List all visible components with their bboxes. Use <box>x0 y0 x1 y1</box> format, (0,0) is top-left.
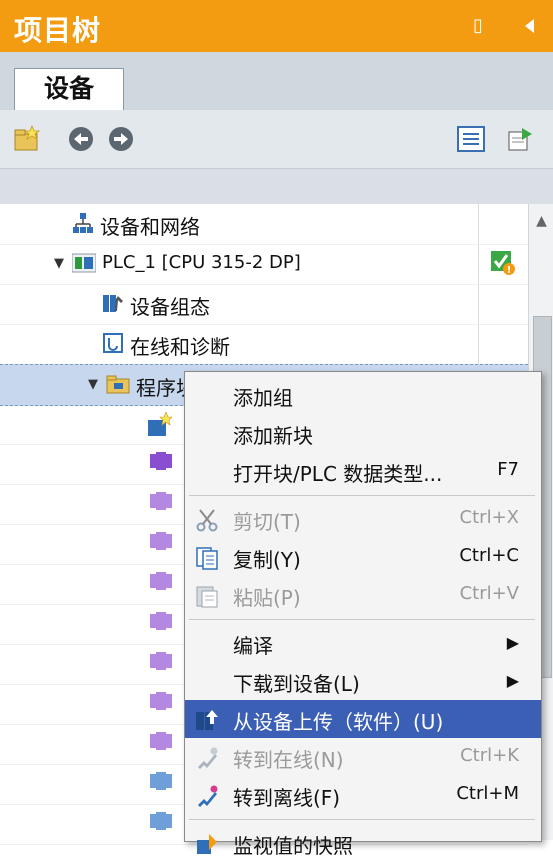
tree-item-plc[interactable]: ▼ PLC_1 [CPU 315-2 DP] ! <box>0 244 528 285</box>
folder-blocks-icon <box>106 373 130 395</box>
menu-item-label: 添加组 <box>233 386 293 410</box>
block-icon <box>150 732 172 754</box>
tree-item-label: PLC_1 [CPU 315-2 DP] <box>102 252 301 273</box>
menu-item-label: 复制(Y) <box>233 548 301 572</box>
menu-item-label: 编译 <box>233 634 273 658</box>
menu-item-shortcut: Ctrl+V <box>459 583 519 604</box>
tree-item-device-config[interactable]: 设备组态 <box>0 284 528 325</box>
tree-item-devices-networks[interactable]: 设备和网络 <box>0 204 528 245</box>
upload-icon <box>195 708 219 732</box>
expand-arrow-icon[interactable]: ▼ <box>54 256 64 271</box>
menu-separator <box>189 495 535 496</box>
block-icon <box>150 532 172 554</box>
device-config-icon <box>102 292 124 314</box>
add-new-block-icon <box>146 411 173 436</box>
panel-title: 项目树 <box>14 14 102 47</box>
tab-strip: 设备 <box>0 52 553 112</box>
export-icon[interactable] <box>506 124 536 154</box>
tree-toolbar <box>0 110 553 168</box>
menu-item-copy[interactable]: 复制(Y) Ctrl+C <box>185 538 541 576</box>
new-folder-icon[interactable] <box>12 124 42 154</box>
go-online-icon <box>195 746 219 770</box>
scissors-icon <box>195 508 219 532</box>
menu-separator <box>189 819 535 820</box>
menu-item-go-online[interactable]: 转到在线(N) Ctrl+K <box>185 738 541 776</box>
menu-item-label: 打开块/PLC 数据类型... <box>233 462 443 486</box>
menu-item-snapshot[interactable]: 监视值的快照 <box>185 824 541 862</box>
paste-icon <box>195 584 219 608</box>
tree-item-online-diagnostics[interactable]: 在线和诊断 <box>0 324 528 365</box>
block-icon <box>150 692 172 714</box>
diagnostics-icon <box>102 332 124 354</box>
svg-text:!: ! <box>507 265 512 276</box>
menu-item-label: 监视值的快照 <box>233 834 353 858</box>
menu-item-label: 转到离线(F) <box>233 786 341 810</box>
menu-item-compile[interactable]: 编译 ▶ <box>185 624 541 662</box>
scroll-up-icon[interactable]: ▲ <box>529 204 553 238</box>
block-icon <box>150 612 172 634</box>
menu-item-add-group[interactable]: 添加组 <box>185 376 541 414</box>
menu-item-label: 添加新块 <box>233 424 313 448</box>
menu-item-download-to-device[interactable]: 下载到设备(L) ▶ <box>185 662 541 700</box>
submenu-arrow-icon: ▶ <box>506 633 519 652</box>
context-menu: 添加组 添加新块 打开块/PLC 数据类型... F7 剪切(T) Ctrl+X <box>184 371 542 858</box>
tree-item-label: 设备组态 <box>130 295 210 319</box>
menu-item-paste[interactable]: 粘贴(P) Ctrl+V <box>185 576 541 614</box>
menu-separator <box>189 619 535 620</box>
block-icon <box>150 572 172 594</box>
menu-item-shortcut: F7 <box>497 459 519 480</box>
tree-item-label: 在线和诊断 <box>130 335 230 359</box>
snapshot-icon <box>195 832 219 856</box>
go-offline-icon <box>195 784 219 808</box>
menu-item-shortcut: Ctrl+C <box>459 545 519 566</box>
expand-arrow-icon[interactable]: ▼ <box>88 377 98 392</box>
menu-item-open-block[interactable]: 打开块/PLC 数据类型... F7 <box>185 452 541 490</box>
block-icon <box>150 492 172 514</box>
block-icon <box>150 652 172 674</box>
block-icon <box>150 452 172 474</box>
tab-devices[interactable]: 设备 <box>14 68 124 112</box>
plc-icon <box>71 252 97 274</box>
restore-icon[interactable]: ▯ <box>470 16 486 36</box>
menu-item-label: 下载到设备(L) <box>233 672 360 696</box>
forward-icon[interactable] <box>106 124 136 154</box>
menu-item-go-offline[interactable]: 转到离线(F) Ctrl+M <box>185 776 541 814</box>
menu-item-shortcut: Ctrl+M <box>456 783 519 804</box>
block-icon <box>150 772 172 794</box>
tree-item-label: 设备和网络 <box>100 215 200 239</box>
menu-item-label: 剪切(T) <box>233 510 301 534</box>
collapse-panel-icon[interactable] <box>520 16 540 36</box>
network-icon <box>72 212 94 234</box>
menu-item-upload-from-device[interactable]: 从设备上传（软件）(U) <box>185 700 541 738</box>
block-icon <box>150 812 172 834</box>
copy-icon <box>195 546 219 570</box>
menu-item-shortcut: Ctrl+X <box>459 507 519 528</box>
menu-item-label: 从设备上传（软件）(U) <box>233 710 444 734</box>
menu-item-label: 粘贴(P) <box>233 586 301 610</box>
project-tree-titlebar: 项目树 ▯ <box>0 0 553 52</box>
header-band <box>0 168 553 206</box>
menu-item-label: 转到在线(N) <box>233 748 344 772</box>
details-view-icon[interactable] <box>456 124 486 154</box>
submenu-arrow-icon: ▶ <box>506 671 519 690</box>
status-warning-icon: ! <box>490 250 515 276</box>
menu-item-add-new-block[interactable]: 添加新块 <box>185 414 541 452</box>
back-icon[interactable] <box>66 124 96 154</box>
menu-item-shortcut: Ctrl+K <box>460 745 519 766</box>
menu-item-cut[interactable]: 剪切(T) Ctrl+X <box>185 500 541 538</box>
